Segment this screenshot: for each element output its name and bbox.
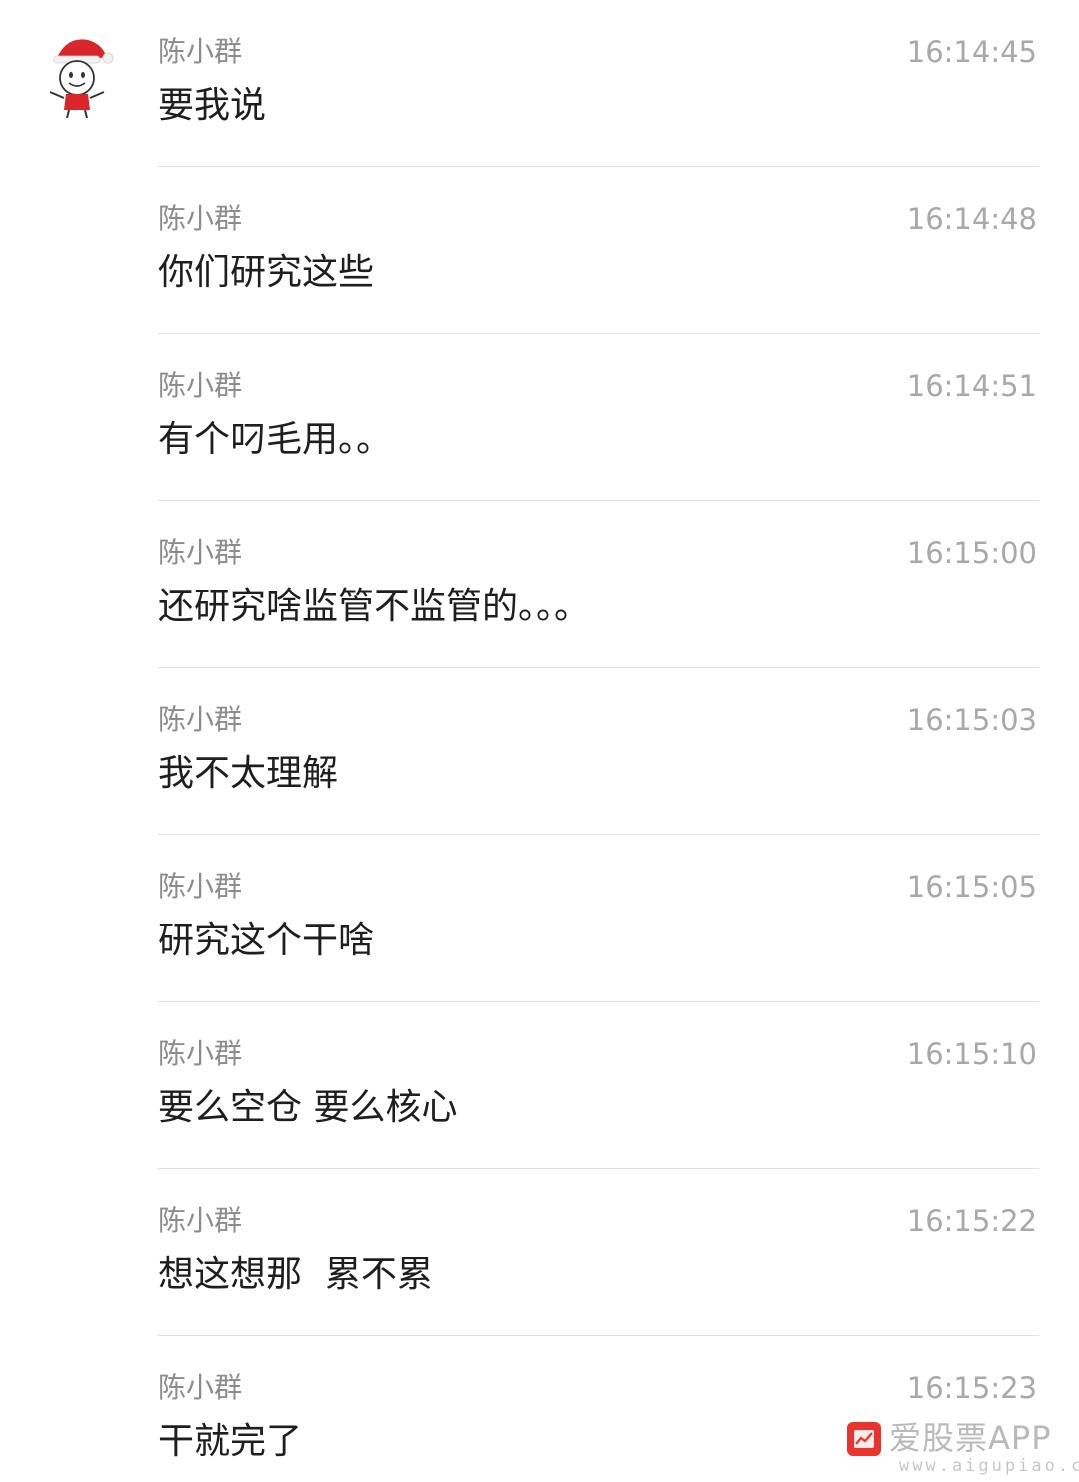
message-item[interactable]: 陈小群 16:15:00 还研究啥监管不监管的。。。	[0, 501, 1079, 668]
sender-name: 陈小群	[158, 870, 243, 903]
aigupiao-logo-icon	[847, 1422, 881, 1456]
message-time: 16:15:05	[906, 870, 1037, 904]
sender-name: 陈小群	[158, 35, 243, 68]
message-text: 还研究啥监管不监管的。。。	[158, 586, 591, 627]
message-time: 16:14:48	[906, 202, 1037, 236]
message-item[interactable]: 陈小群 16:15:10 要么空仓 要么核心	[0, 1002, 1079, 1169]
message-time: 16:15:10	[906, 1037, 1037, 1071]
message-time: 16:14:51	[906, 369, 1037, 403]
message-time: 16:15:00	[906, 536, 1037, 570]
sender-name: 陈小群	[158, 369, 243, 402]
message-text: 干就完了	[158, 1421, 303, 1462]
message-item[interactable]: 陈小群 16:14:48 你们研究这些	[0, 167, 1079, 334]
watermark-brand: 爱股票APP	[889, 1419, 1052, 1457]
message-item[interactable]: 陈小群 16:15:05 研究这个干啥	[0, 835, 1079, 1002]
app-watermark: 爱股票APP www.aigupiao.com	[839, 1416, 1079, 1478]
message-text: 我不太理解	[158, 753, 339, 794]
message-time: 16:15:23	[906, 1371, 1037, 1405]
message-time: 16:14:45	[906, 35, 1037, 69]
message-item[interactable]: 陈小群 16:14:51 有个叼毛用。。	[0, 334, 1079, 501]
sender-name: 陈小群	[158, 1371, 243, 1404]
message-item[interactable]: 陈小群 16:14:45 要我说	[0, 0, 1079, 167]
message-text: 研究这个干啥	[158, 920, 375, 961]
message-text: 有个叼毛用。。	[158, 419, 393, 460]
message-text: 要我说	[158, 85, 267, 126]
chat-message-list: 陈小群 16:14:45 要我说 陈小群 16:14:48 你们研究这些 陈小群…	[0, 0, 1079, 1482]
message-item[interactable]: 陈小群 16:15:22 想这想那 累不累	[0, 1169, 1079, 1336]
sender-name: 陈小群	[158, 1037, 243, 1070]
message-text: 想这想那 累不累	[158, 1254, 433, 1295]
sender-name: 陈小群	[158, 536, 243, 569]
message-text: 你们研究这些	[158, 252, 375, 293]
message-item[interactable]: 陈小群 16:15:03 我不太理解	[0, 668, 1079, 835]
sender-name: 陈小群	[158, 202, 243, 235]
sender-name: 陈小群	[158, 1204, 243, 1237]
message-time: 16:15:22	[906, 1204, 1037, 1238]
watermark-url: www.aigupiao.com	[899, 1456, 1079, 1476]
message-time: 16:15:03	[906, 703, 1037, 737]
sender-name: 陈小群	[158, 703, 243, 736]
message-text: 要么空仓 要么核心	[158, 1087, 458, 1128]
